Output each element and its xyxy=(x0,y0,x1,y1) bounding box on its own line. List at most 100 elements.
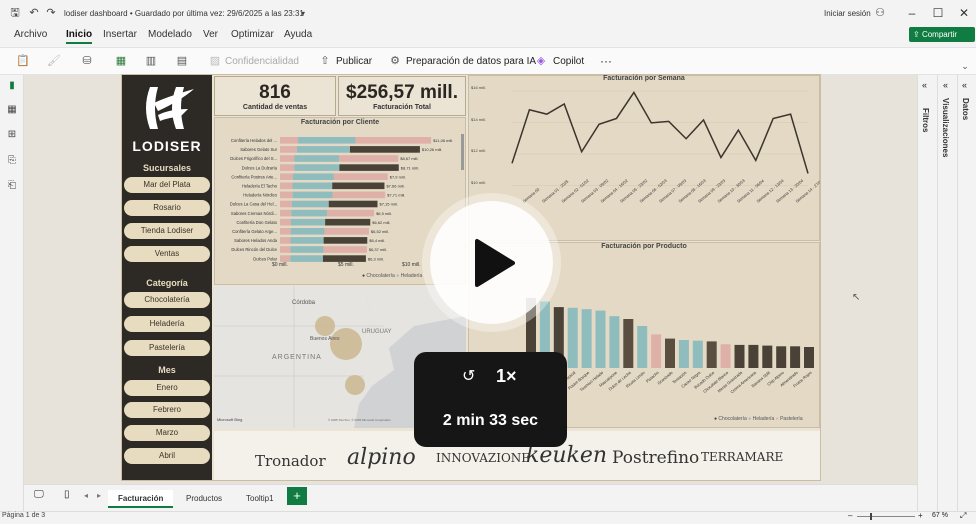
fit-page-icon[interactable]: ⤢ xyxy=(960,511,966,521)
cliente-category-label: Confitería Postres Arte... xyxy=(231,174,277,179)
kpi-facturacion-card[interactable]: $256,57 mill. Facturación Total xyxy=(338,76,466,116)
tab-productos[interactable]: Productos xyxy=(176,490,232,508)
copilot-button[interactable]: Copilot xyxy=(553,56,584,67)
cliente-bar-segment xyxy=(290,255,323,262)
cliente-category-label: Dulces Frigorífico del S... xyxy=(230,156,277,161)
share-button[interactable]: ⇪ Compartir xyxy=(909,27,975,42)
slicer-febrero[interactable]: Febrero xyxy=(124,402,210,418)
preparacion-ia-button[interactable]: Preparación de datos para IA xyxy=(406,56,536,67)
cliente-legend-choc: Chocolatería xyxy=(366,273,395,279)
ai-prep-icon[interactable]: ⚙ xyxy=(388,54,402,68)
cliente-bar-segment xyxy=(296,146,350,153)
menu-insertar[interactable]: Insertar xyxy=(103,29,137,40)
desktop-layout-icon[interactable]: 🖵 xyxy=(34,489,44,500)
dax-view-icon[interactable]: ⎘ xyxy=(5,155,19,169)
replay-speed-icon[interactable]: ↺ xyxy=(462,366,475,386)
menu-archivo[interactable]: Archivo xyxy=(14,29,47,40)
visualizations-label[interactable]: Visualizaciones xyxy=(941,98,950,157)
cliente-bar-segment xyxy=(323,246,367,253)
excel-icon[interactable]: ▦ xyxy=(114,54,128,68)
collapse-ribbon-icon[interactable]: ⌄ xyxy=(958,59,972,73)
get-data-icon[interactable]: ⛁ xyxy=(80,54,94,68)
publicar-button[interactable]: Publicar xyxy=(336,56,372,67)
playback-speed[interactable]: 1× xyxy=(496,366,517,387)
next-page-icon[interactable]: ▸ xyxy=(97,491,101,500)
cliente-data-label: $7,9 mill. xyxy=(390,174,406,179)
cliente-bar-segment xyxy=(322,255,366,262)
zoom-in-icon[interactable]: + xyxy=(918,511,923,520)
cliente-category-label: Dulces La Casa del Hel... xyxy=(230,202,277,207)
zoom-level[interactable]: 67 % xyxy=(932,512,948,519)
report-view-icon[interactable]: ▮ xyxy=(5,80,19,94)
producto-legend: ● Chocolatería ● Heladería ● Pastelería xyxy=(714,416,803,422)
slicer-chocolateria[interactable]: Chocolatería xyxy=(124,292,210,308)
cliente-data-label: $6,4 mill. xyxy=(369,238,385,243)
new-visual-icon[interactable]: ▥ xyxy=(144,54,158,68)
slicer-mar-del-plata[interactable]: Mar del Plata xyxy=(124,177,210,193)
format-painter-icon[interactable]: 🖌 xyxy=(47,54,61,68)
menu-inicio[interactable]: Inicio xyxy=(66,29,93,44)
confidencialidad-button[interactable]: Confidencialidad xyxy=(225,56,299,67)
model-view-icon[interactable]: ⊞ xyxy=(5,129,19,143)
tab-tooltip1[interactable]: Tooltip1 xyxy=(236,490,284,508)
tmdl-view-icon[interactable]: ⎗ xyxy=(5,180,19,194)
data-label[interactable]: Datos xyxy=(961,98,970,120)
text-box-icon[interactable]: ▤ xyxy=(175,54,189,68)
data-pane[interactable] xyxy=(957,75,976,511)
menu-ver[interactable]: Ver xyxy=(203,29,218,40)
mouse-cursor-icon: ↖ xyxy=(852,292,861,303)
title-chevron-icon[interactable]: ▾ xyxy=(296,7,310,21)
save-icon[interactable]: 🖫 xyxy=(8,6,22,20)
slicer-rosario[interactable]: Rosario xyxy=(124,200,210,216)
undo-icon[interactable]: ↶ xyxy=(27,6,41,20)
filters-pane[interactable] xyxy=(917,75,937,511)
data-expand-icon[interactable]: « xyxy=(962,80,967,90)
maximize-icon[interactable]: ☐ xyxy=(929,5,947,21)
kpi-facturacion-value: $256,57 mill. xyxy=(346,82,458,103)
logo-postrefino: Postrefino xyxy=(612,448,700,468)
tab-facturacion[interactable]: Facturación xyxy=(108,490,174,508)
slicer-pasteleria[interactable]: Pastelería xyxy=(124,340,210,356)
visualizations-expand-icon[interactable]: « xyxy=(943,80,948,90)
user-icon[interactable]: ⚇ xyxy=(873,6,887,20)
paste-icon[interactable]: 📋 xyxy=(16,54,30,68)
producto-bar xyxy=(748,344,759,368)
menu-modelado[interactable]: Modelado xyxy=(148,29,192,40)
sign-in-link[interactable]: Iniciar sesión xyxy=(824,9,871,18)
slicer-marzo[interactable]: Marzo xyxy=(124,425,210,441)
zoom-slider[interactable] xyxy=(857,516,915,517)
sensitivity-icon[interactable]: ▨ xyxy=(208,54,222,68)
slicer-enero[interactable]: Enero xyxy=(124,380,210,396)
slicer-tienda-lodiser[interactable]: Tienda Lodiser xyxy=(124,223,210,239)
publish-icon[interactable]: ⇧ xyxy=(318,54,332,68)
add-page-button[interactable]: + xyxy=(287,487,307,505)
cliente-data-label: $7,71 mill. xyxy=(387,193,405,198)
video-duration: 2 min 33 sec xyxy=(442,412,539,429)
lodiser-logo-icon xyxy=(146,87,194,129)
mobile-layout-icon[interactable]: ▯ xyxy=(64,489,70,500)
logo-tronador: Tronador xyxy=(255,452,326,470)
prev-page-icon[interactable]: ◂ xyxy=(84,491,88,500)
copilot-icon[interactable]: ◈ xyxy=(534,54,548,68)
cliente-bar-segment xyxy=(280,173,293,180)
zoom-out-icon[interactable]: – xyxy=(848,511,852,520)
close-icon[interactable]: ✕ xyxy=(955,5,973,21)
kpi-ventas-card[interactable]: 816 Cantidad de ventas xyxy=(214,76,336,116)
filters-expand-icon[interactable]: « xyxy=(922,80,927,90)
redo-icon[interactable]: ↷ xyxy=(44,6,58,20)
slicer-ventas[interactable]: Ventas xyxy=(124,246,210,262)
more-options-button[interactable]: ··· xyxy=(600,54,612,68)
filters-label[interactable]: Filtros xyxy=(921,108,930,132)
minimize-icon[interactable]: – xyxy=(903,5,921,21)
slicer-heladeria[interactable]: Heladería xyxy=(124,316,210,332)
menu-ayuda[interactable]: Ayuda xyxy=(284,29,312,40)
producto-bar xyxy=(678,340,689,368)
cliente-category-label: Sabores Cremas Nórdi... xyxy=(231,211,277,216)
cliente-bar-segment xyxy=(291,209,328,217)
zoom-slider-thumb[interactable] xyxy=(870,513,872,520)
menu-optimizar[interactable]: Optimizar xyxy=(231,29,274,40)
slicer-abril[interactable]: Abril xyxy=(124,448,210,464)
play-button[interactable] xyxy=(430,201,553,324)
video-controls-overlay[interactable]: ↺ 1× 2 min 33 sec xyxy=(414,352,567,447)
table-view-icon[interactable]: ▦ xyxy=(5,104,19,118)
